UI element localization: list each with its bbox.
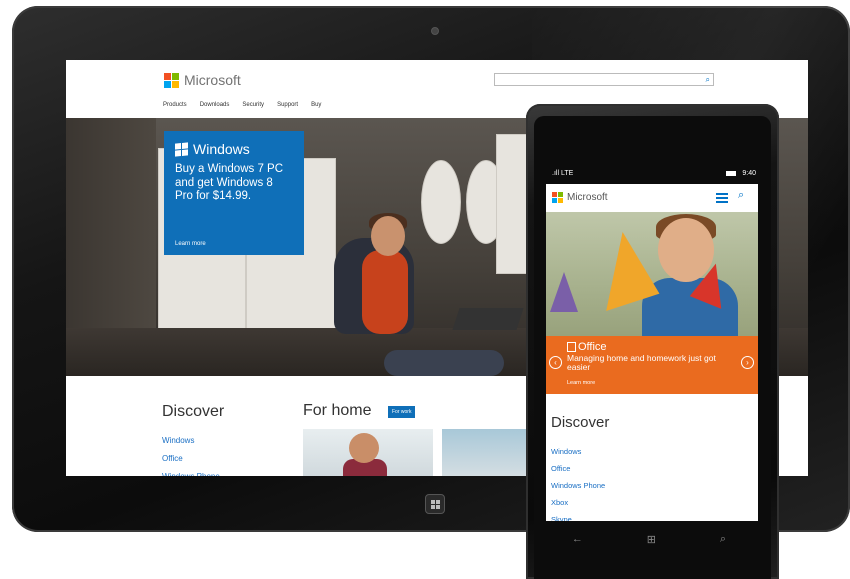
microsoft-logo[interactable]: Microsoft	[552, 192, 608, 203]
back-icon[interactable]: ←	[572, 533, 583, 545]
discover-links: Windows Office Windows Phone Xbox Skype	[551, 443, 605, 521]
discover-link-office[interactable]: Office	[162, 450, 220, 468]
previous-arrow-icon[interactable]: ‹	[549, 356, 562, 369]
phone-screen: Microsoft ⌕ ‹ Office Managing home and h…	[546, 184, 758, 521]
nav-item-security[interactable]: Security	[242, 102, 264, 108]
promo-product: Office	[578, 341, 607, 353]
laptop	[452, 308, 524, 330]
promo-body: Managing home and homework just got easi…	[567, 353, 716, 372]
for-home-heading: For home	[303, 402, 372, 419]
battery-icon	[726, 171, 737, 176]
thumbnail-image[interactable]	[442, 429, 532, 476]
brand-name: Microsoft	[184, 72, 241, 88]
next-arrow-icon[interactable]: ›	[741, 356, 754, 369]
windows-logo-icon	[175, 141, 188, 157]
microsoft-logo-icon	[164, 72, 179, 88]
learn-more-link[interactable]: Learn more	[567, 380, 595, 386]
discover-links: Windows Office Windows Phone	[162, 432, 220, 476]
search-icon[interactable]: ⌕	[738, 189, 744, 202]
windows-logo-icon	[430, 499, 440, 509]
tablet-camera	[431, 27, 439, 35]
search-icon[interactable]: ⌕	[706, 75, 710, 85]
discover-heading: Discover	[162, 403, 225, 420]
promo-title: Windows	[193, 141, 250, 157]
learn-more-link[interactable]: Learn more	[175, 241, 206, 247]
clock: 9:40	[742, 170, 756, 177]
nav-item-buy[interactable]: Buy	[311, 102, 321, 108]
office-logo-icon	[567, 342, 576, 352]
microsoft-logo[interactable]: Microsoft	[164, 72, 241, 88]
microsoft-logo-icon	[552, 192, 563, 203]
nav-item-products[interactable]: Products	[163, 102, 187, 108]
tablet-windows-button[interactable]	[425, 494, 445, 514]
discover-link-windows-phone[interactable]: Windows Phone	[162, 468, 220, 476]
windows-start-icon[interactable]: ⊞	[647, 533, 656, 546]
status-bar: .ıll LTE 9:40	[552, 170, 756, 177]
hero-image	[546, 212, 758, 338]
discover-link-xbox[interactable]: Xbox	[551, 494, 605, 511]
discover-link-windows-phone[interactable]: Windows Phone	[551, 477, 605, 494]
menu-icon[interactable]	[716, 193, 728, 203]
discover-link-office[interactable]: Office	[551, 460, 605, 477]
phone-header: Microsoft ⌕	[546, 184, 758, 212]
promo-body: Buy a Windows 7 PC and get Windows 8 Pro…	[175, 163, 284, 202]
for-work-tab[interactable]: For work	[388, 406, 416, 418]
search-input[interactable]: ⌕	[494, 73, 714, 86]
top-nav: Products Downloads Security Support Buy	[163, 102, 321, 108]
discover-link-windows[interactable]: Windows	[162, 432, 220, 450]
office-promo[interactable]: ‹ Office Managing home and homework just…	[546, 336, 758, 394]
brand-name: Microsoft	[567, 192, 608, 203]
nav-item-support[interactable]: Support	[277, 102, 298, 108]
thumbnail-image[interactable]	[303, 429, 433, 476]
discover-heading: Discover	[551, 414, 610, 431]
windows-promo[interactable]: Windows Buy a Windows 7 PC and get Windo…	[164, 131, 304, 255]
discover-link-skype[interactable]: Skype	[551, 511, 605, 521]
nav-item-downloads[interactable]: Downloads	[200, 102, 230, 108]
discover-link-windows[interactable]: Windows	[551, 443, 605, 460]
signal-icon: .ıll	[552, 170, 559, 177]
network-label: LTE	[560, 170, 574, 177]
search-icon[interactable]: ⌕	[720, 533, 726, 546]
phone-nav-bar: ← ⊞ ⌕	[540, 527, 758, 551]
